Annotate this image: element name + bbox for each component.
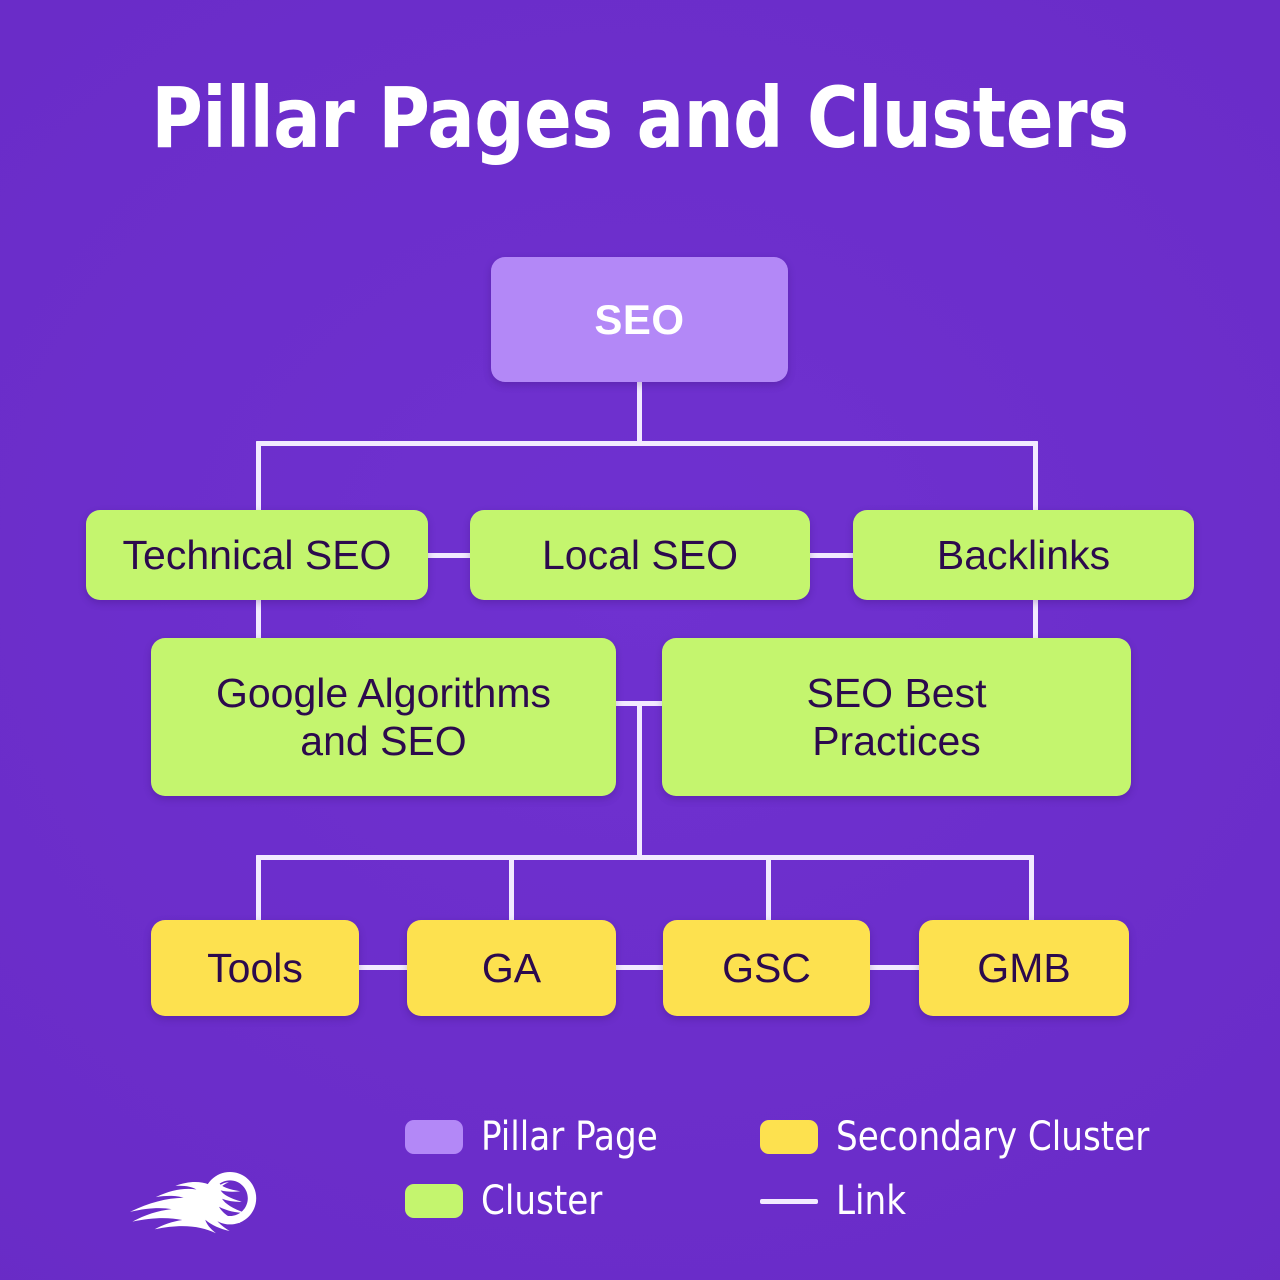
link-bus-to-technical (256, 441, 261, 513)
legend: Pillar Page Secondary Cluster Cluster Li… (405, 1105, 1195, 1233)
link-tools-to-ga (355, 965, 413, 970)
node-seo-best-practices-line2: Practices (812, 718, 981, 764)
node-google-algorithms-line1: Google Algorithms (215, 669, 551, 716)
node-technical-seo-label: Technical SEO (122, 531, 392, 578)
link-algorithms-stem (637, 701, 642, 857)
legend-label-pillar-page: Pillar Page (481, 1114, 658, 1160)
node-gsc-label: GSC (722, 944, 811, 991)
link-bus-to-gmb (1029, 855, 1034, 923)
semrush-flame-logo (78, 1158, 278, 1250)
link-bus-to-gsc (766, 855, 771, 923)
legend-label-secondary-cluster: Secondary Cluster (836, 1114, 1150, 1160)
link-gsc-to-gmb (866, 965, 924, 970)
node-ga-label: GA (481, 944, 542, 991)
node-gmb-label: GMB (977, 944, 1071, 991)
node-local-seo[interactable]: Local SEO (470, 510, 810, 600)
node-seo-best-practices[interactable]: SEO Best Practices (662, 638, 1131, 796)
page-title: Pillar Pages and Clusters (151, 69, 1129, 167)
legend-item-cluster: Cluster (405, 1178, 760, 1224)
link-bus-to-backlinks (1033, 441, 1038, 513)
legend-swatch-pillar (405, 1120, 463, 1154)
legend-item-pillar-page: Pillar Page (405, 1114, 760, 1160)
node-backlinks-label: Backlinks (936, 531, 1111, 578)
link-backlinks-to-bestpractices (1033, 598, 1038, 640)
node-local-seo-label: Local SEO (542, 531, 738, 578)
node-google-algorithms-line2: and SEO (300, 718, 467, 764)
legend-swatch-cluster (405, 1184, 463, 1218)
node-tools[interactable]: Tools (151, 920, 359, 1016)
link-level1-bus (256, 441, 1038, 446)
link-ga-to-gsc (612, 965, 670, 970)
node-seo-label: SEO (594, 295, 685, 343)
legend-label-link: Link (836, 1178, 907, 1224)
legend-label-cluster: Cluster (481, 1178, 603, 1224)
legend-swatch-link (760, 1198, 818, 1204)
link-bus-to-ga (509, 855, 514, 923)
link-technical-to-algorithms (256, 598, 261, 640)
legend-swatch-secondary (760, 1120, 818, 1154)
node-gmb[interactable]: GMB (919, 920, 1129, 1016)
node-backlinks[interactable]: Backlinks (853, 510, 1194, 600)
link-seo-stem (637, 381, 642, 445)
node-technical-seo[interactable]: Technical SEO (86, 510, 428, 600)
node-seo[interactable]: SEO (491, 257, 788, 382)
node-seo-best-practices-line1: SEO Best (806, 669, 987, 716)
node-tools-label: Tools (207, 944, 303, 991)
node-ga[interactable]: GA (407, 920, 616, 1016)
node-gsc[interactable]: GSC (663, 920, 870, 1016)
node-google-algorithms-and-seo[interactable]: Google Algorithms and SEO (151, 638, 616, 796)
legend-item-secondary-cluster: Secondary Cluster (760, 1114, 1195, 1160)
link-level3-bus (256, 855, 1034, 860)
link-bus-to-tools (256, 855, 261, 923)
diagram-canvas: Pillar Pages and Clusters SEO Technical … (0, 0, 1280, 1280)
legend-item-link: Link (760, 1178, 1195, 1224)
